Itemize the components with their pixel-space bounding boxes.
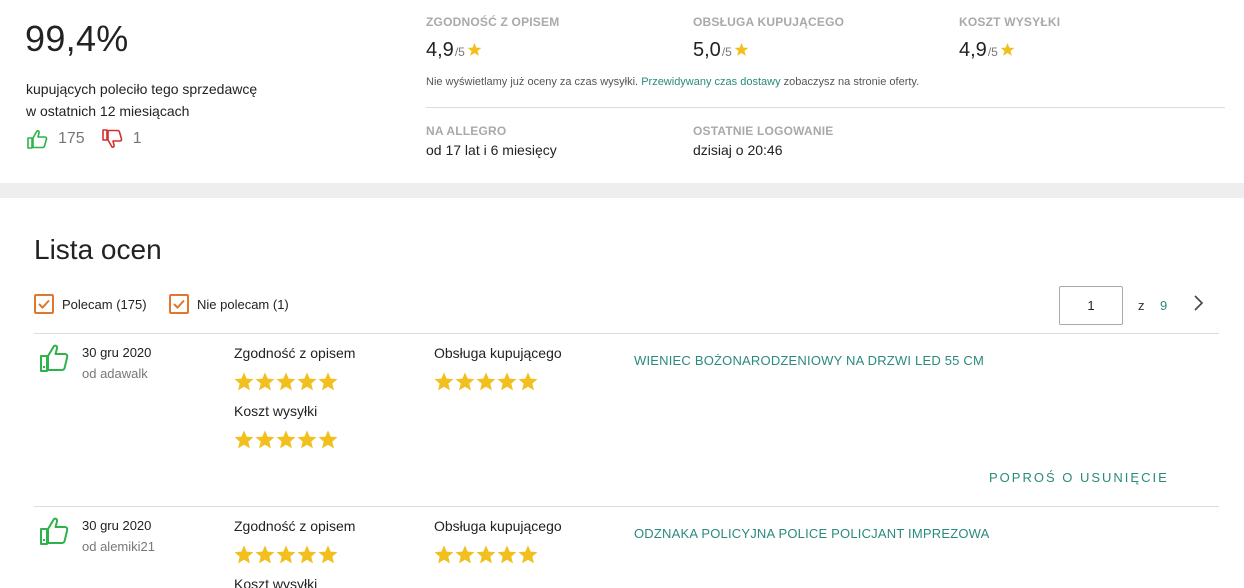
star-rating bbox=[434, 372, 538, 396]
product-link[interactable]: WIENIEC BOŻONARODZENIOWY NA DRZWI LED 55… bbox=[634, 353, 984, 368]
star-icon bbox=[455, 545, 475, 569]
review-author: od adawalk bbox=[82, 366, 148, 381]
star-icon bbox=[518, 372, 538, 396]
star-icon bbox=[276, 430, 296, 454]
star-icon bbox=[255, 430, 275, 454]
criterion-label: Zgodność z opisem bbox=[234, 518, 356, 534]
star-icon bbox=[518, 545, 538, 569]
star-icon bbox=[276, 372, 296, 396]
page-number-input[interactable] bbox=[1059, 286, 1123, 325]
recommendation-description: kupujących poleciło tego sprzedawcę w os… bbox=[26, 81, 258, 119]
review-date: 30 gru 2020 bbox=[82, 345, 152, 360]
filter-recommend[interactable]: Polecam (175) bbox=[34, 294, 147, 314]
pager-of-label: z bbox=[1138, 298, 1145, 313]
seller-tenure: NA ALLEGRO od 17 lat i 6 miesięcy bbox=[426, 124, 557, 158]
rating-value: 5,0 bbox=[693, 39, 721, 61]
shipping-time-note: Nie wyświetlamy już oceny za czas wysyłk… bbox=[426, 76, 920, 88]
star-icon bbox=[297, 372, 317, 396]
review-date: 30 gru 2020 bbox=[82, 518, 152, 533]
star-icon bbox=[434, 372, 454, 396]
criterion-label: Koszt wysyłki bbox=[234, 403, 318, 419]
checkbox-checked-icon[interactable] bbox=[169, 294, 189, 314]
star-rating bbox=[434, 545, 538, 569]
star-icon bbox=[255, 545, 275, 569]
positive-count: 175 bbox=[58, 130, 85, 147]
pager-total-pages[interactable]: 9 bbox=[1160, 298, 1167, 313]
star-icon bbox=[318, 430, 338, 454]
criterion-label: Obsługa kupującego bbox=[434, 518, 562, 534]
review-author: od alemiki21 bbox=[82, 539, 155, 554]
star-icon bbox=[255, 372, 275, 396]
star-icon bbox=[234, 430, 254, 454]
checkbox-checked-icon[interactable] bbox=[34, 294, 54, 314]
star-icon bbox=[434, 545, 454, 569]
last-login: OSTATNIE LOGOWANIE dzisiaj o 20:46 bbox=[693, 124, 834, 158]
divider bbox=[34, 506, 1219, 507]
filter-not-recommend[interactable]: Nie polecam (1) bbox=[169, 294, 289, 314]
chevron-right-icon bbox=[1193, 294, 1204, 316]
star-icon bbox=[455, 372, 475, 396]
star-icon bbox=[276, 545, 296, 569]
recommendation-counts: 175 1 bbox=[26, 128, 142, 150]
rating-shipping: KOSZT WYSYŁKI 4,9/5 bbox=[959, 15, 1061, 63]
delivery-time-link[interactable]: Przewidywany czas dostawy bbox=[641, 76, 780, 88]
divider bbox=[426, 107, 1225, 108]
star-icon bbox=[734, 40, 749, 63]
request-removal-button[interactable]: POPROŚ O USUNIĘCIE bbox=[989, 470, 1169, 485]
review-thumbs-up-icon bbox=[38, 516, 70, 551]
recommendation-percentage: 99,4% bbox=[25, 18, 129, 59]
star-icon bbox=[297, 545, 317, 569]
star-icon bbox=[467, 40, 482, 63]
star-rating bbox=[234, 430, 338, 454]
rating-value: 4,9 bbox=[426, 39, 454, 61]
star-icon bbox=[234, 545, 254, 569]
negative-count: 1 bbox=[132, 130, 142, 147]
star-icon bbox=[476, 372, 496, 396]
star-icon bbox=[476, 545, 496, 569]
ratings-list-card bbox=[0, 198, 1244, 588]
review-thumbs-up-icon bbox=[38, 343, 70, 378]
criterion-label: Koszt wysyłki bbox=[234, 576, 318, 588]
rating-description: ZGODNOŚĆ Z OPISEM 4,9/5 bbox=[426, 15, 560, 63]
star-icon bbox=[1000, 40, 1015, 63]
star-icon bbox=[318, 545, 338, 569]
product-link[interactable]: ODZNAKA POLICYJNA POLICE POLICJANT IMPRE… bbox=[634, 526, 990, 541]
page-title: Lista ocen bbox=[34, 234, 162, 265]
star-icon bbox=[497, 372, 517, 396]
criterion-label: Zgodność z opisem bbox=[234, 345, 356, 361]
star-icon bbox=[297, 430, 317, 454]
star-icon bbox=[497, 545, 517, 569]
rating-value: 4,9 bbox=[959, 39, 987, 61]
star-rating bbox=[234, 545, 338, 569]
thumbs-up-icon bbox=[26, 129, 48, 149]
thumbs-down-icon bbox=[101, 129, 123, 149]
star-icon bbox=[318, 372, 338, 396]
star-rating bbox=[234, 372, 338, 396]
divider bbox=[34, 333, 1219, 334]
star-icon bbox=[234, 372, 254, 396]
criterion-label: Obsługa kupującego bbox=[434, 345, 562, 361]
rating-service: OBSŁUGA KUPUJĄCEGO 5,0/5 bbox=[693, 15, 845, 63]
next-page-button[interactable] bbox=[1188, 294, 1208, 316]
